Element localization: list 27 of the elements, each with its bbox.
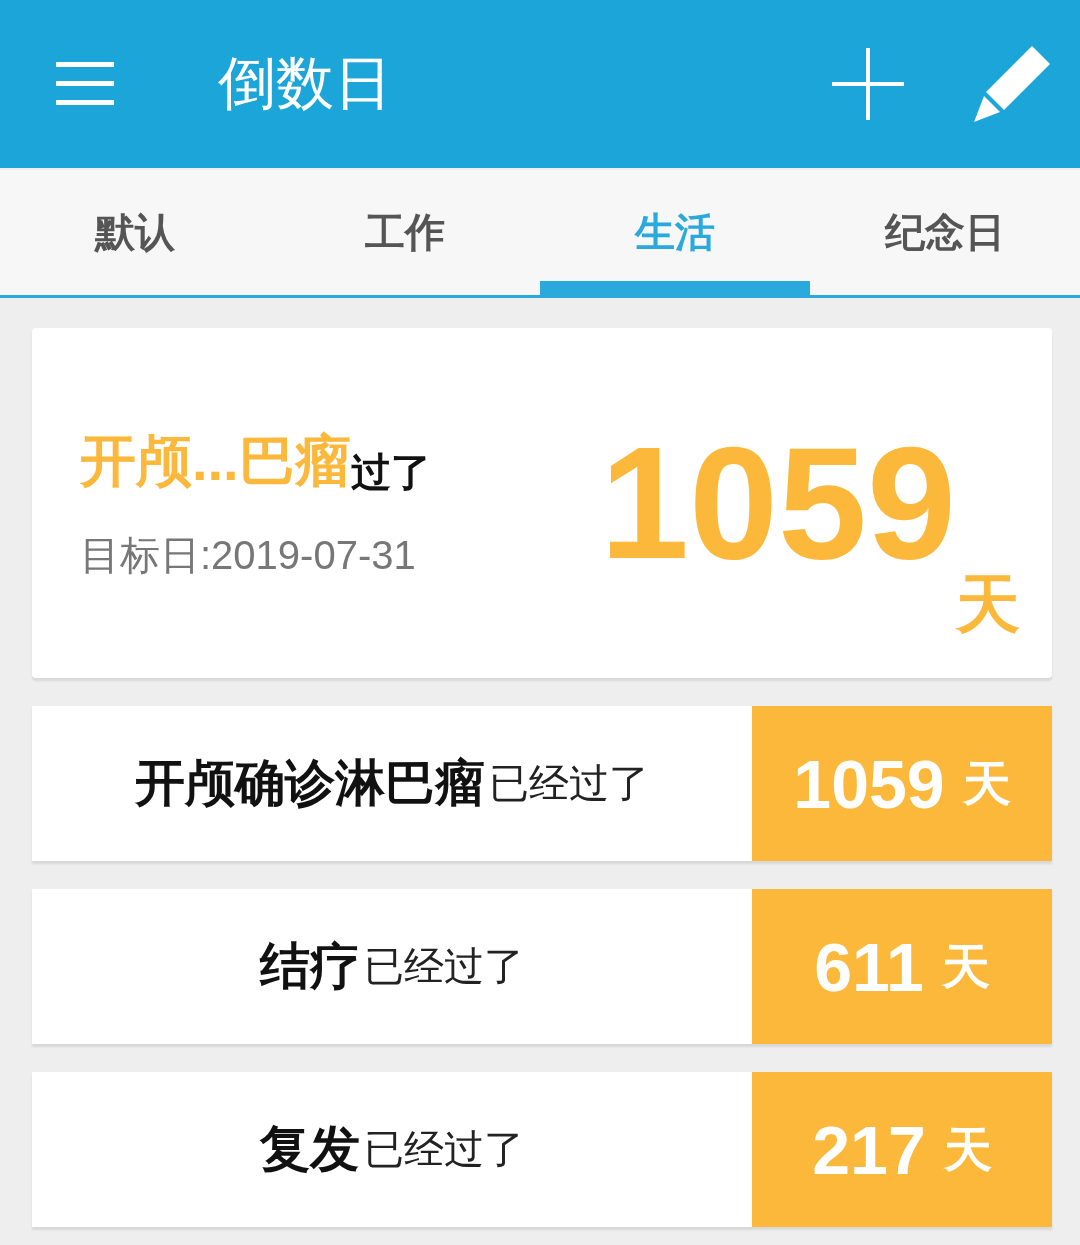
day-count: 1059 [793, 744, 945, 823]
day-count: 1059 [600, 423, 956, 583]
pencil-icon[interactable] [974, 44, 1052, 124]
day-unit: 天 [943, 1121, 992, 1178]
event-name: 开颅...巴瘤 [80, 427, 351, 494]
app-title: 倒数日 [218, 49, 393, 117]
day-count: 217 [812, 1110, 926, 1189]
event-row[interactable]: 复发已经过了 217 天 [32, 1072, 1052, 1227]
event-status: 已经过了 [364, 1126, 524, 1173]
event-row[interactable]: 开颅确诊淋巴瘤已经过了 1059 天 [32, 706, 1052, 861]
event-status: 过了 [350, 449, 431, 496]
day-unit: 天 [941, 938, 990, 995]
event-row[interactable]: 结疗 已经过了 611 天 [32, 889, 1052, 1044]
day-unit: 天 [962, 755, 1011, 812]
tab[interactable]: 工作 [270, 170, 540, 295]
menu-icon[interactable] [56, 62, 114, 106]
event-status: 已经过了 [364, 943, 524, 990]
tab[interactable]: 默认 [0, 170, 270, 295]
add-icon[interactable] [832, 48, 904, 120]
event-name: 结疗 [260, 937, 360, 996]
event-status: 已经过了 [489, 760, 649, 807]
tab[interactable]: 纪念日 [810, 170, 1080, 295]
day-count: 611 [814, 927, 924, 1006]
day-unit: 天 [956, 567, 1020, 642]
event-name: 开颅确诊淋巴瘤 [135, 754, 485, 813]
event-name: 复发 [260, 1120, 360, 1179]
target-date: 目标日:2019-07-31 [80, 531, 417, 579]
